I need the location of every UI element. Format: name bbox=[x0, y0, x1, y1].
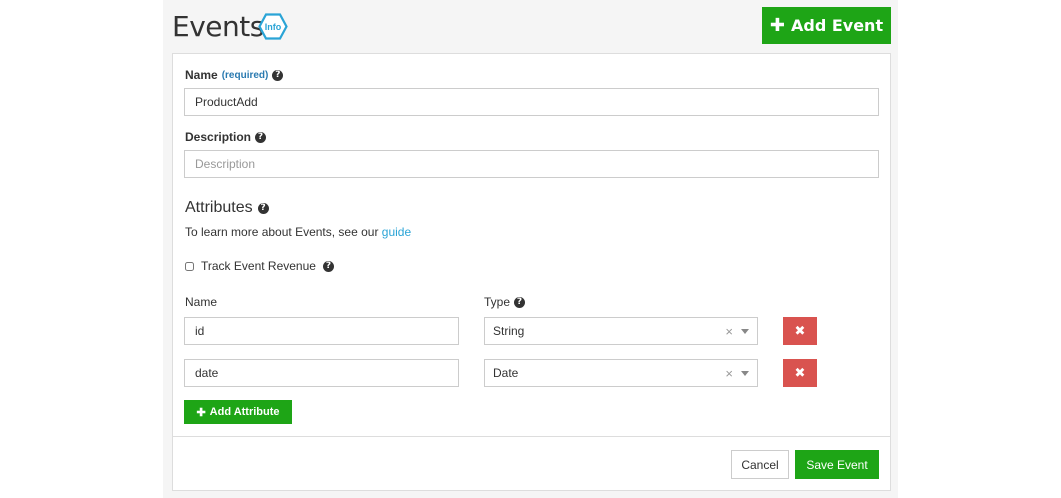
column-type-label: Type bbox=[484, 295, 511, 309]
track-revenue-row[interactable]: Track Event Revenue ? bbox=[185, 259, 334, 273]
close-icon: ✖ bbox=[794, 365, 806, 381]
attribute-name-input[interactable] bbox=[184, 317, 459, 345]
attribute-type-value: Date bbox=[493, 366, 519, 380]
add-attribute-label: Add Attribute bbox=[209, 406, 280, 418]
footer-divider bbox=[173, 436, 890, 437]
required-marker: (required) bbox=[221, 69, 269, 81]
help-icon[interactable]: ? bbox=[257, 202, 269, 214]
learn-text: To learn more about Events, see our bbox=[185, 225, 379, 239]
description-label: Description bbox=[185, 130, 252, 144]
event-form-card: Name (required) ? Description ? Attribut… bbox=[172, 53, 891, 491]
add-event-button[interactable]: ✚ Add Event bbox=[762, 7, 891, 44]
page-title: Events bbox=[172, 10, 264, 43]
info-hexagon-icon[interactable]: Info bbox=[258, 13, 288, 40]
name-input[interactable] bbox=[184, 88, 879, 116]
attributes-heading: Attributes ? bbox=[185, 199, 269, 217]
help-icon[interactable]: ? bbox=[322, 260, 334, 272]
guide-link[interactable]: guide bbox=[382, 225, 411, 239]
chevron-down-icon[interactable] bbox=[741, 328, 749, 334]
attributes-title: Attributes bbox=[185, 199, 253, 216]
chevron-down-icon[interactable] bbox=[741, 370, 749, 376]
add-event-label: Add Event bbox=[790, 16, 884, 35]
events-page: Events Info ✚ Add Event Name (required) … bbox=[163, 0, 898, 498]
help-icon[interactable]: ? bbox=[272, 69, 284, 81]
column-header-name: Name bbox=[185, 295, 217, 309]
clear-icon[interactable]: × bbox=[725, 324, 733, 339]
attribute-type-select[interactable]: String × bbox=[484, 317, 758, 345]
description-input[interactable] bbox=[184, 150, 879, 178]
column-name-label: Name bbox=[185, 295, 218, 309]
description-label-row: Description ? bbox=[185, 130, 267, 144]
plus-icon: ✚ bbox=[196, 406, 206, 419]
track-revenue-checkbox[interactable] bbox=[185, 261, 194, 271]
learn-more-text: To learn more about Events, see our guid… bbox=[185, 225, 411, 239]
close-icon: ✖ bbox=[794, 323, 806, 339]
attribute-type-value: String bbox=[493, 324, 525, 338]
delete-attribute-button[interactable]: ✖ bbox=[783, 359, 817, 387]
cancel-button[interactable]: Cancel bbox=[731, 450, 789, 479]
attribute-name-input[interactable] bbox=[184, 359, 459, 387]
track-revenue-label: Track Event Revenue bbox=[201, 259, 316, 273]
name-label-row: Name (required) ? bbox=[185, 68, 284, 82]
help-icon[interactable]: ? bbox=[255, 131, 267, 143]
column-header-type: Type ? bbox=[484, 295, 526, 309]
delete-attribute-button[interactable]: ✖ bbox=[783, 317, 817, 345]
info-badge-label: Info bbox=[265, 22, 282, 32]
name-label: Name bbox=[185, 68, 218, 82]
attribute-type-select[interactable]: Date × bbox=[484, 359, 758, 387]
help-icon[interactable]: ? bbox=[514, 296, 526, 308]
plus-icon: ✚ bbox=[769, 15, 785, 36]
add-attribute-button[interactable]: ✚ Add Attribute bbox=[184, 400, 292, 424]
clear-icon[interactable]: × bbox=[725, 366, 733, 381]
save-event-button[interactable]: Save Event bbox=[795, 450, 879, 479]
